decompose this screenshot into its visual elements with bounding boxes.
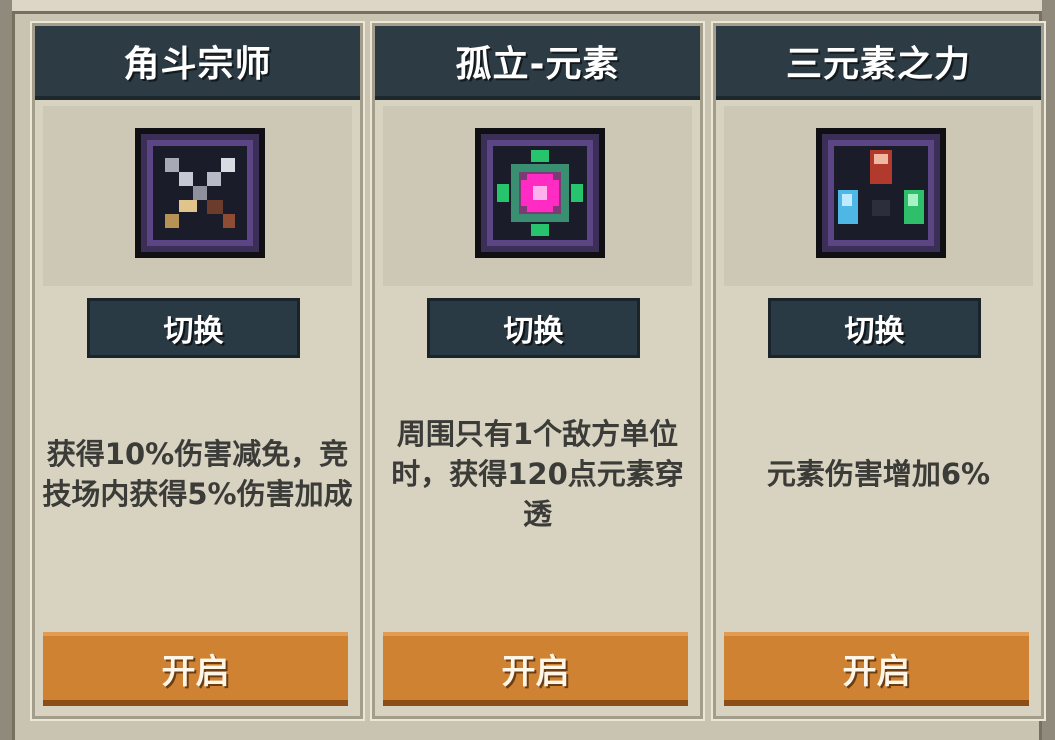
open-button[interactable]: 开启 (383, 632, 688, 706)
icon-panel (724, 106, 1033, 286)
card-description: 获得10%伤害减免，竞技场内获得5%伤害加成 (42, 437, 353, 511)
card-title: 孤立-元素 (455, 44, 620, 85)
panel-top-strip (12, 0, 1042, 14)
element-orb-icon (475, 128, 605, 258)
three-elements-icon (816, 128, 946, 258)
open-button[interactable]: 开启 (724, 632, 1029, 706)
icon-panel (383, 106, 692, 286)
card-description: 元素伤害增加6% (766, 457, 991, 491)
card-title: 三元素之力 (785, 44, 971, 85)
open-button[interactable]: 开启 (43, 632, 348, 706)
icon-panel (43, 106, 352, 286)
card-header: 三元素之力 (716, 26, 1041, 100)
talent-card: 孤立-元素 切换 周围只有1个敌方单位时，获得120点元素穿透 开启 (375, 26, 700, 716)
switch-button[interactable]: 切换 (427, 298, 640, 358)
card-title: 角斗宗师 (123, 44, 272, 85)
talent-card: 三元素之力 切换 元素伤害增加6% 开启 (716, 26, 1041, 716)
card-description: 周围只有1个敌方单位时，获得120点元素穿透 (391, 417, 684, 531)
switch-button[interactable]: 切换 (87, 298, 300, 358)
card-header: 角斗宗师 (35, 26, 360, 100)
switch-button[interactable]: 切换 (768, 298, 981, 358)
talent-card: 角斗宗师 切换 获得10%伤害减免，竞技场内获得5%伤害加成 开启 (35, 26, 360, 716)
card-header: 孤立-元素 (375, 26, 700, 100)
crossed-swords-icon (135, 128, 265, 258)
